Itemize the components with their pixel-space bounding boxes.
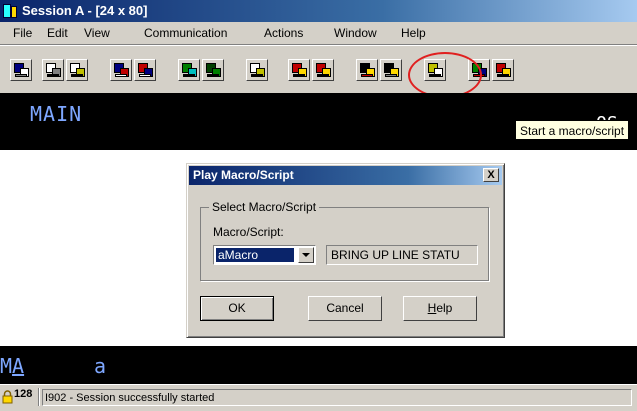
copy-glyph-3 — [47, 74, 59, 77]
dialog-title: Play Macro/Script — [193, 168, 294, 182]
paste-icon[interactable] — [66, 59, 88, 81]
keypad2-icon[interactable] — [202, 59, 224, 81]
copy-icon[interactable] — [42, 59, 64, 81]
toolbar — [0, 45, 637, 94]
menu-edit[interactable]: Edit — [47, 26, 68, 40]
dialog-title-bar[interactable]: Play Macro/Script X — [189, 166, 502, 185]
lock-icon — [2, 390, 13, 404]
send-file-icon[interactable] — [110, 59, 132, 81]
window-title-bar: Session A - [24 x 80] — [0, 0, 637, 22]
macro2-icon[interactable] — [380, 59, 402, 81]
app-icon — [3, 4, 17, 18]
menu-actions[interactable]: Actions — [264, 26, 303, 40]
chevron-down-icon[interactable] — [298, 247, 314, 263]
help-button[interactable]: Help — [403, 296, 477, 321]
group-label: Select Macro/Script — [209, 200, 320, 214]
play-macro-dialog: Play Macro/Script X Select Macro/Script … — [186, 163, 505, 338]
macro-description-field: BRING UP LINE STATU — [326, 245, 478, 265]
record-macro-icon[interactable] — [288, 59, 310, 81]
menu-bar: File Edit View Communication Actions Win… — [0, 22, 637, 45]
map-glyph-3 — [251, 74, 263, 77]
window-title: Session A - [24 x 80] — [22, 3, 148, 18]
pencil-icon[interactable] — [492, 59, 514, 81]
terminal-text-ma: MA — [0, 354, 25, 378]
status-message: I902 - Session successfully started — [42, 389, 632, 406]
keypad-icon[interactable] — [178, 59, 200, 81]
pencil-glyph-3 — [497, 74, 509, 77]
terminal-text-main: MAIN — [30, 102, 83, 126]
display-setup-icon[interactable] — [10, 59, 32, 81]
macro-select[interactable]: aMacro — [213, 245, 316, 265]
send-file-glyph-3 — [115, 74, 127, 77]
macro2-glyph-3 — [385, 74, 397, 77]
close-icon[interactable]: X — [483, 168, 499, 182]
stop-macro-glyph-3 — [317, 74, 329, 77]
cancel-button[interactable]: Cancel — [308, 296, 382, 321]
status-divider — [38, 388, 39, 406]
terminal-cursor-text: a — [94, 354, 107, 378]
terminal-screen-bottom[interactable]: MA a — [0, 346, 637, 384]
play-macro-icon[interactable] — [356, 59, 378, 81]
menu-view[interactable]: View — [84, 26, 110, 40]
record-macro-glyph-3 — [293, 74, 305, 77]
receive-file-glyph-3 — [139, 74, 151, 77]
menu-help[interactable]: Help — [401, 26, 426, 40]
highlight-circle — [408, 52, 482, 98]
menu-file[interactable]: File — [13, 26, 32, 40]
display-setup-glyph-3 — [15, 74, 27, 77]
menu-window[interactable]: Window — [334, 26, 377, 40]
status-bar: 128 I902 - Session successfully started — [0, 384, 637, 411]
menu-communication[interactable]: Communication — [144, 26, 227, 40]
receive-file-icon[interactable] — [134, 59, 156, 81]
macro-select-value: aMacro — [216, 248, 294, 262]
tooltip: Start a macro/script — [515, 120, 630, 140]
stop-macro-icon[interactable] — [312, 59, 334, 81]
paste-glyph-3 — [71, 74, 83, 77]
map-icon[interactable] — [246, 59, 268, 81]
play-macro-glyph-3 — [361, 74, 373, 77]
keypad2-glyph-3 — [207, 74, 219, 77]
macro-label: Macro/Script: — [213, 225, 284, 239]
ok-button[interactable]: OK — [200, 296, 274, 321]
status-number: 128 — [14, 388, 33, 400]
keypad-glyph-3 — [183, 74, 195, 77]
macro-group-box — [200, 207, 489, 281]
